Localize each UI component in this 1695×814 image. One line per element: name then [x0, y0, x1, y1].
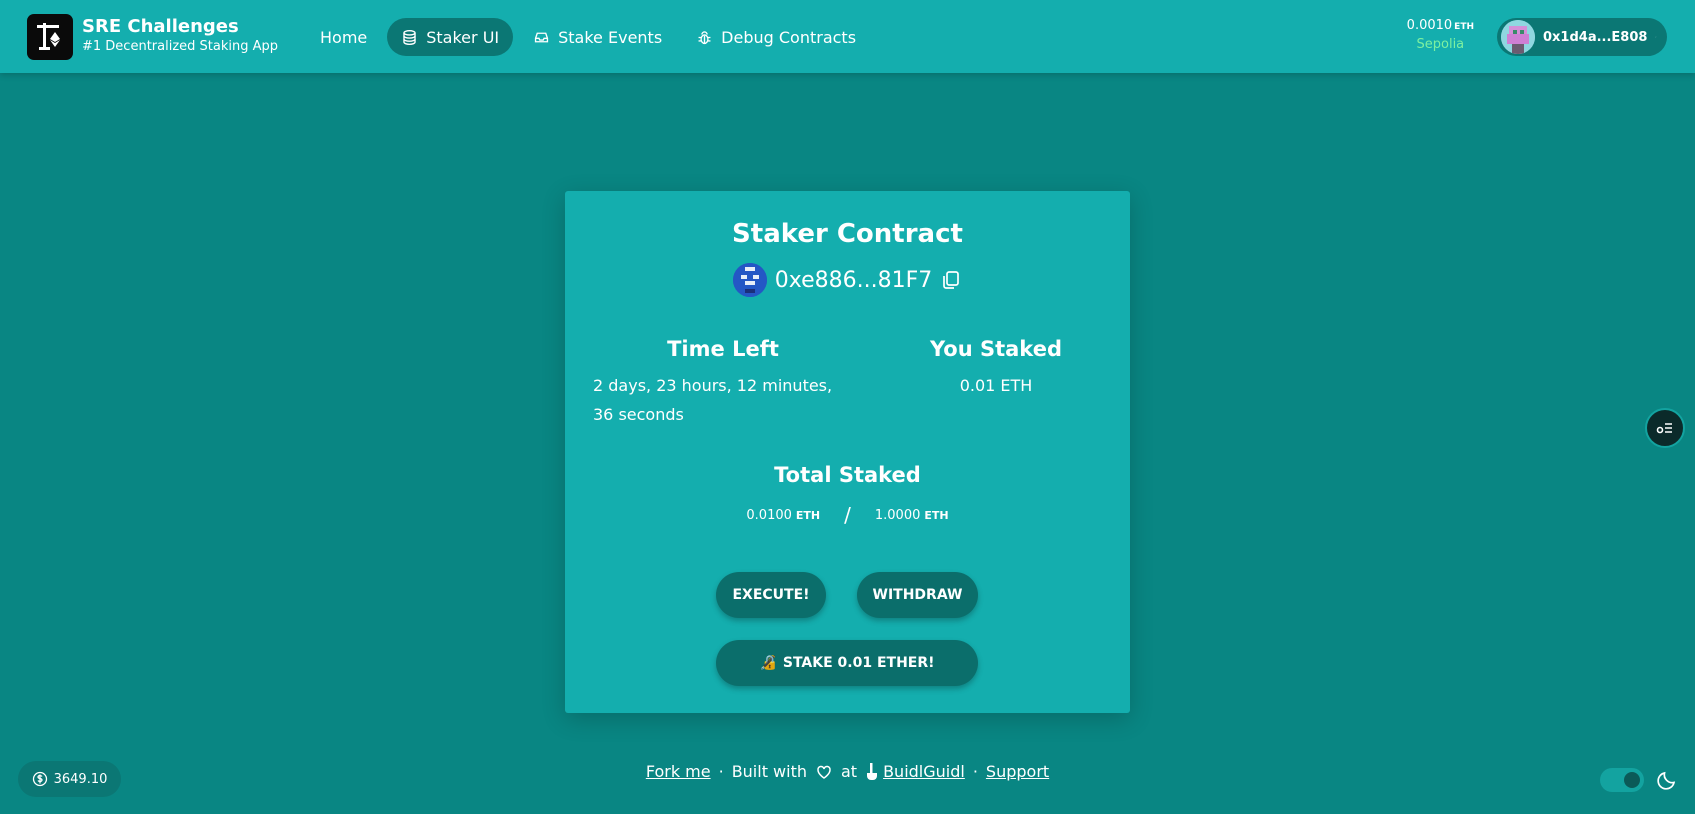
- lock-icon: 🔏: [759, 655, 777, 671]
- you-staked-value: 0.01 ETH: [959, 376, 1033, 395]
- you-staked-section: You Staked 0.01 ETH: [891, 337, 1101, 395]
- total-staked-row: 0.0100 ETH / 1.0000 ETH: [565, 503, 1130, 527]
- threshold-unit: ETH: [924, 508, 949, 522]
- copy-icon[interactable]: [940, 269, 962, 291]
- top-navbar: SRE Challenges #1 Decentralized Staking …: [0, 0, 1695, 73]
- footer: Fork me · Built with at BuidlGuidl · Sup…: [0, 762, 1695, 781]
- bug-icon: [698, 30, 711, 44]
- main-nav: Home Staker UI Stake Events Debug Contra…: [306, 18, 870, 56]
- list-settings-icon: [1656, 423, 1672, 434]
- stake-button-label: STAKE 0.01 ETHER!: [782, 655, 935, 671]
- balance-value: 0.0010: [1406, 18, 1453, 33]
- nav-debug-contracts[interactable]: Debug Contracts: [682, 18, 870, 56]
- nav-debug-contracts-label: Debug Contracts: [721, 27, 857, 47]
- you-staked-label: You Staked: [930, 337, 1062, 361]
- brand-subtitle: #1 Decentralized Staking App: [82, 39, 279, 54]
- crane-ethereum-icon: [37, 23, 60, 50]
- chevron-down-icon: [1655, 36, 1657, 38]
- contract-address-row: 0xe886...81F7: [565, 263, 1130, 297]
- database-icon: [403, 29, 416, 45]
- nav-home-label: Home: [320, 27, 368, 47]
- withdraw-button[interactable]: WITHDRAW: [857, 572, 978, 618]
- theme-toggle[interactable]: [1600, 768, 1644, 792]
- footer-dot: ·: [972, 762, 978, 781]
- account-address: 0x1d4a...E808: [1543, 29, 1648, 45]
- total-staked-label: Total Staked: [774, 463, 921, 487]
- time-left-value: 2 days, 23 hours, 12 minutes, 36 seconds: [593, 376, 833, 424]
- wallet-balance: 0.0010 ETH Sepolia: [1407, 18, 1474, 52]
- total-staked-value: 0.0100: [746, 507, 792, 523]
- at-text: at: [841, 762, 858, 781]
- account-avatar: [1501, 20, 1535, 54]
- time-left-section: Time Left 2 days, 23 hours, 12 minutes, …: [593, 337, 853, 429]
- fork-me-link[interactable]: Fork me: [646, 762, 711, 781]
- brand: SRE Challenges #1 Decentralized Staking …: [82, 16, 278, 56]
- heart-icon: [817, 765, 831, 779]
- nav-home[interactable]: Home: [306, 18, 381, 56]
- balance-line: 0.0010 ETH: [1407, 18, 1474, 33]
- total-staked-amount: 0.0100 ETH: [746, 508, 820, 523]
- total-separator: /: [844, 503, 851, 527]
- network-name: Sepolia: [1416, 37, 1465, 52]
- threshold-amount: 1.0000 ETH: [875, 508, 949, 523]
- footer-dot: ·: [718, 762, 724, 781]
- theme-toggle-knob: [1624, 772, 1640, 788]
- time-left-label: Time Left: [667, 337, 779, 361]
- stake-button[interactable]: 🔏 STAKE 0.01 ETHER!: [716, 640, 978, 686]
- brand-title: SRE Challenges: [82, 16, 239, 37]
- balance-unit: ETH: [1454, 22, 1474, 32]
- built-with-text: Built with: [731, 762, 807, 781]
- app-logo[interactable]: [27, 14, 73, 60]
- buidlguidl-link[interactable]: BuidlGuidl: [865, 762, 965, 781]
- buidlguidl-label: BuidlGuidl: [883, 762, 965, 781]
- threshold-value: 1.0000: [874, 507, 921, 523]
- contract-blockie-avatar: [732, 263, 767, 297]
- moon-icon: [1657, 771, 1676, 790]
- account-button[interactable]: 0x1d4a...E808: [1497, 18, 1667, 56]
- card-title: Staker Contract: [732, 219, 963, 249]
- floating-menu-button[interactable]: [1645, 408, 1685, 448]
- nav-staker-ui-label: Staker UI: [426, 27, 500, 47]
- inbox-stack-icon: [534, 32, 549, 42]
- execute-button[interactable]: EXECUTE!: [716, 572, 826, 618]
- buidlguidl-logo-icon: [867, 762, 878, 780]
- support-link[interactable]: Support: [986, 762, 1049, 781]
- nav-staker-ui[interactable]: Staker UI: [387, 18, 514, 56]
- nav-stake-events[interactable]: Stake Events: [519, 18, 676, 56]
- total-staked-unit: ETH: [795, 508, 821, 522]
- contract-address: 0xe886...81F7: [774, 267, 933, 293]
- staker-card: Staker Contract 0xe886...81F7 Time Left …: [565, 191, 1130, 713]
- nav-stake-events-label: Stake Events: [558, 27, 663, 47]
